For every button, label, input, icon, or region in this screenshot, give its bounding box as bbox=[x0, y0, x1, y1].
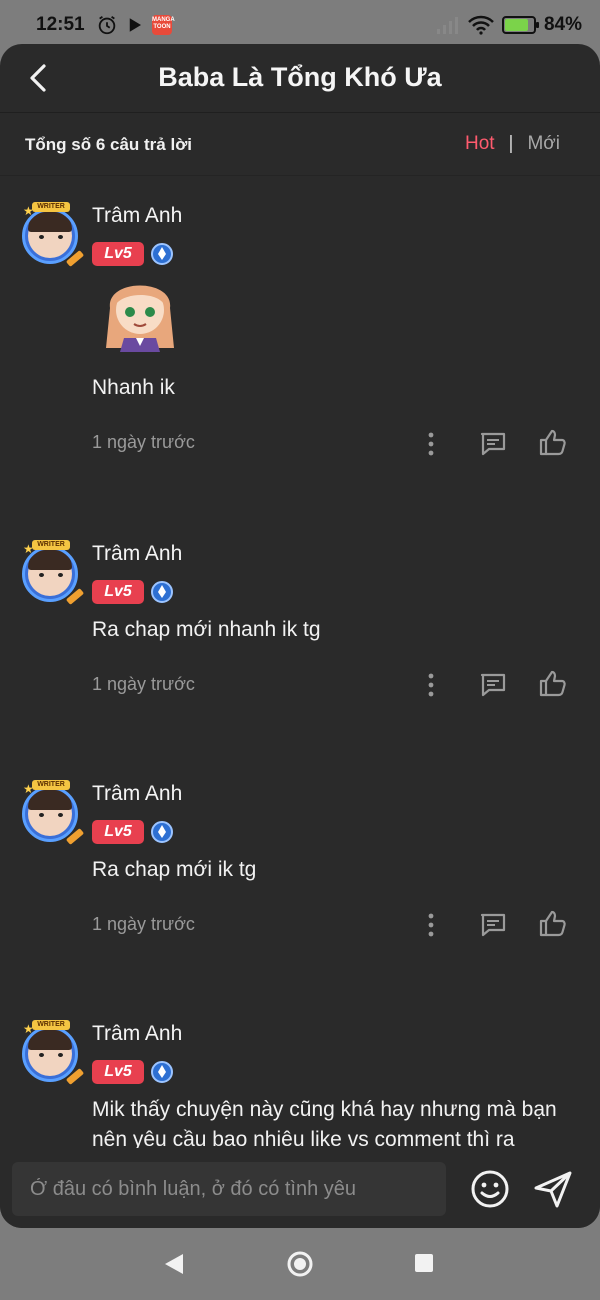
reply-comment-icon bbox=[480, 432, 506, 456]
comment-date: 1 ngày trước bbox=[92, 674, 195, 694]
comment-text: Ra chap mới nhanh ik tg bbox=[92, 618, 321, 641]
nav-recents-icon[interactable] bbox=[415, 1254, 433, 1272]
thumbs-up-icon bbox=[539, 429, 566, 456]
mangatoon-icon: MANGA TOON bbox=[152, 15, 175, 35]
star-icon: ★ bbox=[23, 782, 34, 796]
reply-comment-icon bbox=[480, 673, 506, 697]
level-badge: Lv5 bbox=[92, 580, 144, 604]
total-replies: Tổng số 6 câu trả lời bbox=[25, 135, 193, 154]
reply-comment-icon bbox=[480, 913, 506, 937]
status-left-icons: MANGA TOON bbox=[96, 14, 175, 36]
comment-input-box bbox=[12, 1162, 446, 1216]
level-badge: Lv5 bbox=[92, 242, 144, 266]
username[interactable]: Trâm Anh bbox=[92, 542, 182, 566]
comments-panel: Baba Là Tổng Khó Ưa Tổng số 6 câu trả lờ… bbox=[0, 44, 600, 1228]
play-store-icon bbox=[129, 18, 141, 32]
more-options-button[interactable] bbox=[416, 429, 446, 459]
comment-input[interactable] bbox=[12, 1162, 446, 1216]
verified-icon bbox=[151, 1061, 173, 1083]
wifi-icon bbox=[468, 15, 494, 35]
thumbs-up-icon bbox=[539, 670, 566, 697]
star-icon: ★ bbox=[23, 1022, 34, 1036]
verified-icon bbox=[151, 243, 173, 265]
girl-sticker-image bbox=[106, 285, 174, 352]
signal-icon bbox=[436, 17, 458, 34]
sort-tabs: Hot | Mới bbox=[465, 133, 560, 155]
thumbs-up-icon bbox=[539, 910, 566, 937]
comment-text-line-1: Mik thấy chuyện này cũng khá hay nhưng m… bbox=[92, 1098, 557, 1121]
nav-home-icon[interactable] bbox=[286, 1250, 314, 1278]
comment-text: Ra chap mới ik tg bbox=[92, 858, 257, 881]
username[interactable]: Trâm Anh bbox=[92, 782, 182, 806]
like-button[interactable] bbox=[538, 427, 568, 457]
comment-date: 1 ngày trước bbox=[92, 432, 195, 452]
more-vertical-icon bbox=[428, 913, 434, 937]
avatar[interactable]: WRITER ★ bbox=[20, 202, 85, 267]
status-time: 12:51 bbox=[36, 14, 85, 35]
comment-input-bar bbox=[0, 1148, 600, 1228]
comment-date: 1 ngày trước bbox=[92, 914, 195, 934]
reply-button[interactable] bbox=[478, 670, 508, 700]
battery-percent: 84% bbox=[543, 14, 582, 35]
reply-button[interactable] bbox=[478, 429, 508, 459]
reply-button[interactable] bbox=[478, 910, 508, 940]
verified-icon bbox=[151, 581, 173, 603]
alarm-icon bbox=[98, 15, 116, 35]
star-icon: ★ bbox=[23, 542, 34, 556]
emoji-icon[interactable] bbox=[469, 1168, 511, 1210]
writer-badge: WRITER bbox=[32, 540, 70, 550]
battery-icon bbox=[501, 16, 539, 34]
sort-new-tab[interactable]: Mới bbox=[527, 133, 560, 155]
level-badge: Lv5 bbox=[92, 820, 144, 844]
verified-icon bbox=[151, 821, 173, 843]
more-options-button[interactable] bbox=[416, 910, 446, 940]
like-button[interactable] bbox=[538, 668, 568, 698]
avatar[interactable]: WRITER ★ bbox=[20, 540, 85, 605]
system-nav-bar bbox=[0, 1228, 600, 1300]
sort-separator: | bbox=[508, 133, 514, 154]
sort-hot-tab[interactable]: Hot bbox=[465, 133, 495, 155]
nav-back-icon[interactable] bbox=[163, 1253, 185, 1275]
send-icon[interactable] bbox=[532, 1168, 574, 1210]
comments-toolbar: Tổng số 6 câu trả lời Hot | Mới bbox=[0, 113, 600, 176]
avatar[interactable]: WRITER ★ bbox=[20, 780, 85, 845]
avatar[interactable]: WRITER ★ bbox=[20, 1020, 85, 1085]
star-icon: ★ bbox=[23, 204, 34, 218]
battery-fill bbox=[504, 19, 529, 31]
header: Baba Là Tổng Khó Ưa bbox=[0, 44, 600, 113]
writer-badge: WRITER bbox=[32, 780, 70, 790]
page-title: Baba Là Tổng Khó Ưa bbox=[158, 62, 442, 92]
writer-badge: WRITER bbox=[32, 202, 70, 212]
status-right-icons: 84% bbox=[436, 14, 582, 36]
level-badge: Lv5 bbox=[92, 1060, 144, 1084]
like-button[interactable] bbox=[538, 908, 568, 938]
comment-item: WRITER ★ Trâm Anh Lv5 Ra chap mới nhanh … bbox=[0, 534, 600, 754]
comment-item: WRITER ★ Trâm Anh Lv5 Ra chap mới ik tg … bbox=[0, 774, 600, 994]
username[interactable]: Trâm Anh bbox=[92, 204, 182, 228]
more-vertical-icon bbox=[428, 673, 434, 697]
writer-badge: WRITER bbox=[32, 1020, 70, 1030]
comment-text: Nhanh ik bbox=[92, 376, 175, 399]
status-bar: 12:51 MANGA TOON 84% bbox=[0, 0, 600, 50]
username[interactable]: Trâm Anh bbox=[92, 1022, 182, 1046]
more-options-button[interactable] bbox=[416, 670, 446, 700]
more-vertical-icon bbox=[428, 432, 434, 456]
comment-item: WRITER ★ Trâm Anh Lv5 Nhanh ik 1 ngày tr… bbox=[0, 196, 600, 516]
